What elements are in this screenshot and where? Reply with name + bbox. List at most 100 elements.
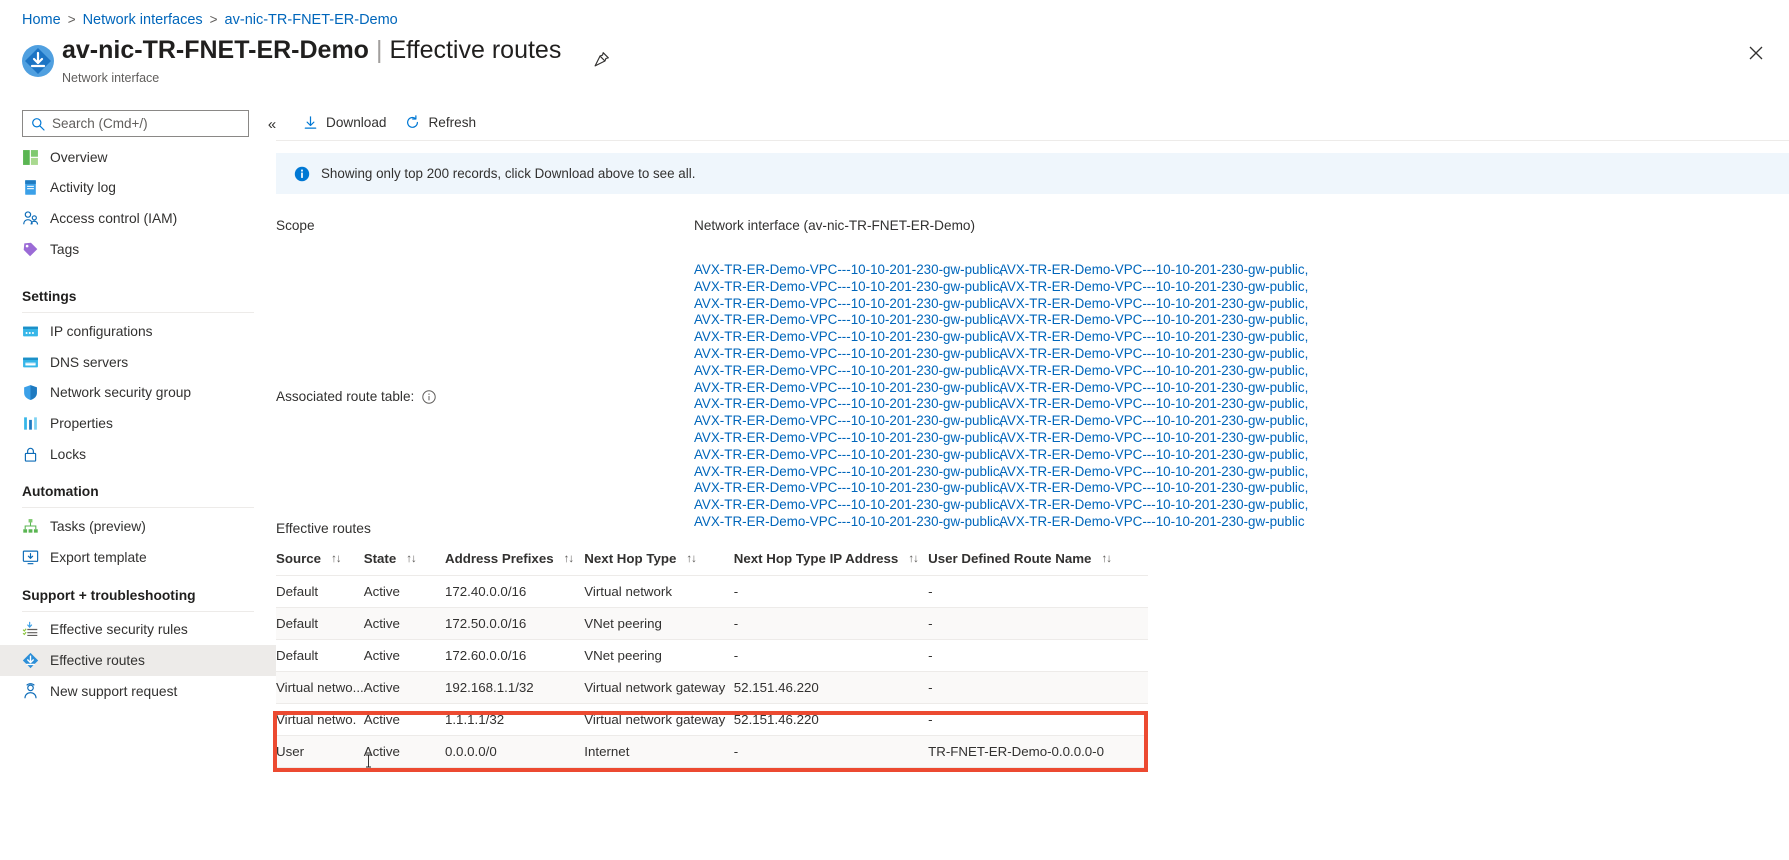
sidebar-item-label: Tasks (preview) bbox=[50, 519, 146, 535]
support-request-icon bbox=[22, 682, 39, 700]
sort-toggle-icon[interactable]: ↑↓ bbox=[908, 553, 918, 565]
sidebar-item-access-control-iam[interactable]: Access control (IAM) bbox=[0, 203, 276, 234]
breadcrumb-item-network-interfaces[interactable]: Network interfaces bbox=[83, 12, 203, 28]
route-table-link[interactable]: AVX-TR-ER-Demo-VPC---10-10-201-230-gw-pu… bbox=[694, 380, 1003, 397]
sidebar-item-overview[interactable]: Overview bbox=[0, 142, 276, 173]
route-table-link[interactable]: AVX-TR-ER-Demo-VPC---10-10-201-230-gw-pu… bbox=[999, 447, 1308, 464]
sidebar-item-network-security-group[interactable]: Network security group bbox=[0, 378, 276, 409]
route-table-link[interactable]: AVX-TR-ER-Demo-VPC---10-10-201-230-gw-pu… bbox=[999, 480, 1308, 497]
sidebar-group-divider bbox=[22, 312, 254, 314]
route-table-link[interactable]: AVX-TR-ER-Demo-VPC---10-10-201-230-gw-pu… bbox=[999, 363, 1308, 380]
column-header-source[interactable]: Source ↑↓ bbox=[276, 545, 364, 576]
cell-source: Virtual netwo... bbox=[276, 671, 364, 704]
sidebar-item-export-template[interactable]: Export template bbox=[0, 542, 276, 573]
page-title: av-nic-TR-FNET-ER-Demo bbox=[62, 36, 369, 64]
route-table-link[interactable]: AVX-TR-ER-Demo-VPC---10-10-201-230-gw-pu… bbox=[999, 464, 1308, 481]
search-input[interactable] bbox=[52, 113, 242, 134]
ip-configurations-icon bbox=[22, 323, 39, 340]
sort-toggle-icon[interactable]: ↑↓ bbox=[1101, 553, 1111, 565]
column-header-user-defined-route-name[interactable]: User Defined Route Name ↑↓ bbox=[928, 545, 1148, 576]
table-row[interactable]: User Active 0.0.0.0/0 Internet - TR-FNET-ER-D… bbox=[276, 735, 1148, 768]
search-box[interactable] bbox=[22, 110, 249, 137]
sidebar-item-label: Effective security rules bbox=[50, 622, 188, 638]
route-table-link[interactable]: AVX-TR-ER-Demo-VPC---10-10-201-230-gw-pu… bbox=[999, 413, 1308, 430]
table-row[interactable]: Default Active 172.60.0.0/16 VNet peering - - bbox=[276, 639, 1148, 672]
column-header-label: Next Hop Type IP Address bbox=[733, 551, 899, 566]
route-table-link[interactable]: AVX-TR-ER-Demo-VPC---10-10-201-230-gw-pu… bbox=[694, 413, 1003, 430]
scope-label: Scope bbox=[276, 218, 315, 233]
column-header-next-hop-type[interactable]: Next Hop Type ↑↓ bbox=[584, 545, 734, 576]
cell-next-hop-ip: - bbox=[733, 607, 929, 640]
route-table-link[interactable]: AVX-TR-ER-Demo-VPC---10-10-201-230-gw-pu… bbox=[694, 363, 1003, 380]
title-divider: | bbox=[375, 36, 383, 64]
sidebar-item-label: Network security group bbox=[50, 385, 192, 401]
sidebar-item-label: Effective routes bbox=[50, 652, 145, 668]
cell-next-hop-type: VNet peering bbox=[584, 607, 734, 640]
sort-toggle-icon[interactable]: ↑↓ bbox=[406, 553, 416, 565]
close-button[interactable] bbox=[1741, 38, 1771, 68]
table-row[interactable]: Virtual netwo. Active 1.1.1.1/32 Virtual ne… bbox=[276, 703, 1148, 736]
sidebar-item-tags[interactable]: Tags bbox=[0, 234, 276, 265]
column-header-state[interactable]: State ↑↓ bbox=[363, 545, 445, 576]
breadcrumb-item-resource[interactable]: av-nic-TR-FNET-ER-Demo bbox=[225, 12, 398, 28]
sidebar-item-tasks-preview[interactable]: Tasks (preview) bbox=[0, 511, 276, 542]
route-table-link[interactable]: AVX-TR-ER-Demo-VPC---10-10-201-230-gw-pu… bbox=[694, 262, 1003, 279]
route-table-link[interactable]: AVX-TR-ER-Demo-VPC---10-10-201-230-gw-pu… bbox=[999, 279, 1308, 296]
route-table-link[interactable]: AVX-TR-ER-Demo-VPC---10-10-201-230-gw-pu… bbox=[694, 346, 1003, 363]
sidebar-item-properties[interactable]: Properties bbox=[0, 408, 276, 439]
sort-toggle-icon[interactable]: ↑↓ bbox=[564, 553, 574, 565]
route-table-link[interactable]: AVX-TR-ER-Demo-VPC---10-10-201-230-gw-pu… bbox=[999, 346, 1308, 363]
route-table-link[interactable]: AVX-TR-ER-Demo-VPC---10-10-201-230-gw-pu… bbox=[999, 312, 1308, 329]
sidebar-item-ip-configurations[interactable]: IP configurations bbox=[0, 316, 276, 347]
breadcrumb-item-home[interactable]: Home bbox=[22, 12, 61, 28]
column-header-label: Source bbox=[276, 551, 322, 566]
cell-address-prefixes: 172.40.0.0/16 bbox=[444, 575, 585, 608]
sidebar-item-effective-security-rules[interactable]: Effective security rules bbox=[0, 615, 276, 646]
route-table-link[interactable]: AVX-TR-ER-Demo-VPC---10-10-201-230-gw-pu… bbox=[694, 480, 1003, 497]
route-table-link[interactable]: AVX-TR-ER-Demo-VPC---10-10-201-230-gw-pu… bbox=[694, 464, 1003, 481]
cell-udr-name: - bbox=[928, 575, 1148, 608]
cell-next-hop-ip: 52.151.46.220 bbox=[733, 703, 929, 736]
sidebar-item-new-support-request[interactable]: New support request bbox=[0, 676, 276, 707]
breadcrumb: Home > Network interfaces > av-nic-TR-FNET-E… bbox=[22, 10, 398, 30]
pin-button[interactable] bbox=[587, 45, 615, 73]
route-table-link[interactable]: AVX-TR-ER-Demo-VPC---10-10-201-230-gw-pu… bbox=[694, 296, 1003, 313]
sidebar-item-locks[interactable]: Locks bbox=[0, 439, 276, 470]
route-table-link[interactable]: AVX-TR-ER-Demo-VPC---10-10-201-230-gw-pu… bbox=[694, 396, 1003, 413]
route-table-link[interactable]: AVX-TR-ER-Demo-VPC---10-10-201-230-gw-pu… bbox=[694, 447, 1003, 464]
pin-icon bbox=[594, 51, 609, 66]
sidebar-item-activity-log[interactable]: Activity log bbox=[0, 173, 276, 204]
route-table-link[interactable]: AVX-TR-ER-Demo-VPC---10-10-201-230-gw-pu… bbox=[999, 430, 1308, 447]
sort-toggle-icon[interactable]: ↑↓ bbox=[331, 553, 341, 565]
table-row[interactable]: Default Active 172.40.0.0/16 Virtual networ… bbox=[276, 575, 1148, 608]
route-table-link[interactable]: AVX-TR-ER-Demo-VPC---10-10-201-230-gw-pu… bbox=[694, 312, 1003, 329]
associated-route-table-label: Associated route table: bbox=[276, 389, 415, 404]
route-table-link[interactable]: AVX-TR-ER-Demo-VPC---10-10-201-230-gw-pu… bbox=[694, 497, 1003, 514]
route-table-link[interactable]: AVX-TR-ER-Demo-VPC---10-10-201-230-gw-pu… bbox=[999, 497, 1308, 514]
info-circle-icon[interactable] bbox=[422, 389, 436, 404]
route-table-link[interactable]: AVX-TR-ER-Demo-VPC---10-10-201-230-gw-pu… bbox=[694, 514, 1003, 531]
column-header-label: Address Prefixes bbox=[444, 551, 554, 566]
column-header-address-prefixes[interactable]: Address Prefixes ↑↓ bbox=[444, 545, 585, 576]
sort-toggle-icon[interactable]: ↑↓ bbox=[686, 553, 696, 565]
column-header-label: Next Hop Type bbox=[584, 551, 677, 566]
route-table-link[interactable]: AVX-TR-ER-Demo-VPC---10-10-201-230-gw-pu… bbox=[999, 329, 1308, 346]
sidebar-item-effective-routes[interactable]: Effective routes bbox=[0, 645, 276, 676]
route-table-link[interactable]: AVX-TR-ER-Demo-VPC---10-10-201-230-gw-pu… bbox=[694, 279, 1003, 296]
close-icon bbox=[1749, 46, 1763, 60]
route-table-link[interactable]: AVX-TR-ER-Demo-VPC---10-10-201-230-gw-pu… bbox=[999, 514, 1305, 531]
sidebar-group-divider bbox=[22, 610, 254, 612]
column-header-next-hop-type-ip-address[interactable]: Next Hop Type IP Address ↑↓ bbox=[733, 545, 929, 576]
table-row[interactable]: Default Active 172.50.0.0/16 VNet peering - - bbox=[276, 607, 1148, 640]
route-table-link[interactable]: AVX-TR-ER-Demo-VPC---10-10-201-230-gw-pu… bbox=[999, 296, 1308, 313]
sidebar-item-dns-servers[interactable]: DNS servers bbox=[0, 347, 276, 378]
route-table-link[interactable]: AVX-TR-ER-Demo-VPC---10-10-201-230-gw-pu… bbox=[694, 329, 1003, 346]
route-table-link[interactable]: AVX-TR-ER-Demo-VPC---10-10-201-230-gw-pu… bbox=[694, 430, 1003, 447]
route-table-link[interactable]: AVX-TR-ER-Demo-VPC---10-10-201-230-gw-pu… bbox=[999, 262, 1308, 279]
table-row[interactable]: Virtual netwo... Active 192.168.1.1/32 Virt… bbox=[276, 671, 1148, 704]
route-table-link[interactable]: AVX-TR-ER-Demo-VPC---10-10-201-230-gw-pu… bbox=[999, 380, 1308, 397]
cell-state: Active bbox=[363, 703, 445, 736]
route-table-link[interactable]: AVX-TR-ER-Demo-VPC---10-10-201-230-gw-pu… bbox=[999, 396, 1308, 413]
sidebar-nav-list: Overview Activity log Access control (IAM)… bbox=[0, 142, 276, 706]
